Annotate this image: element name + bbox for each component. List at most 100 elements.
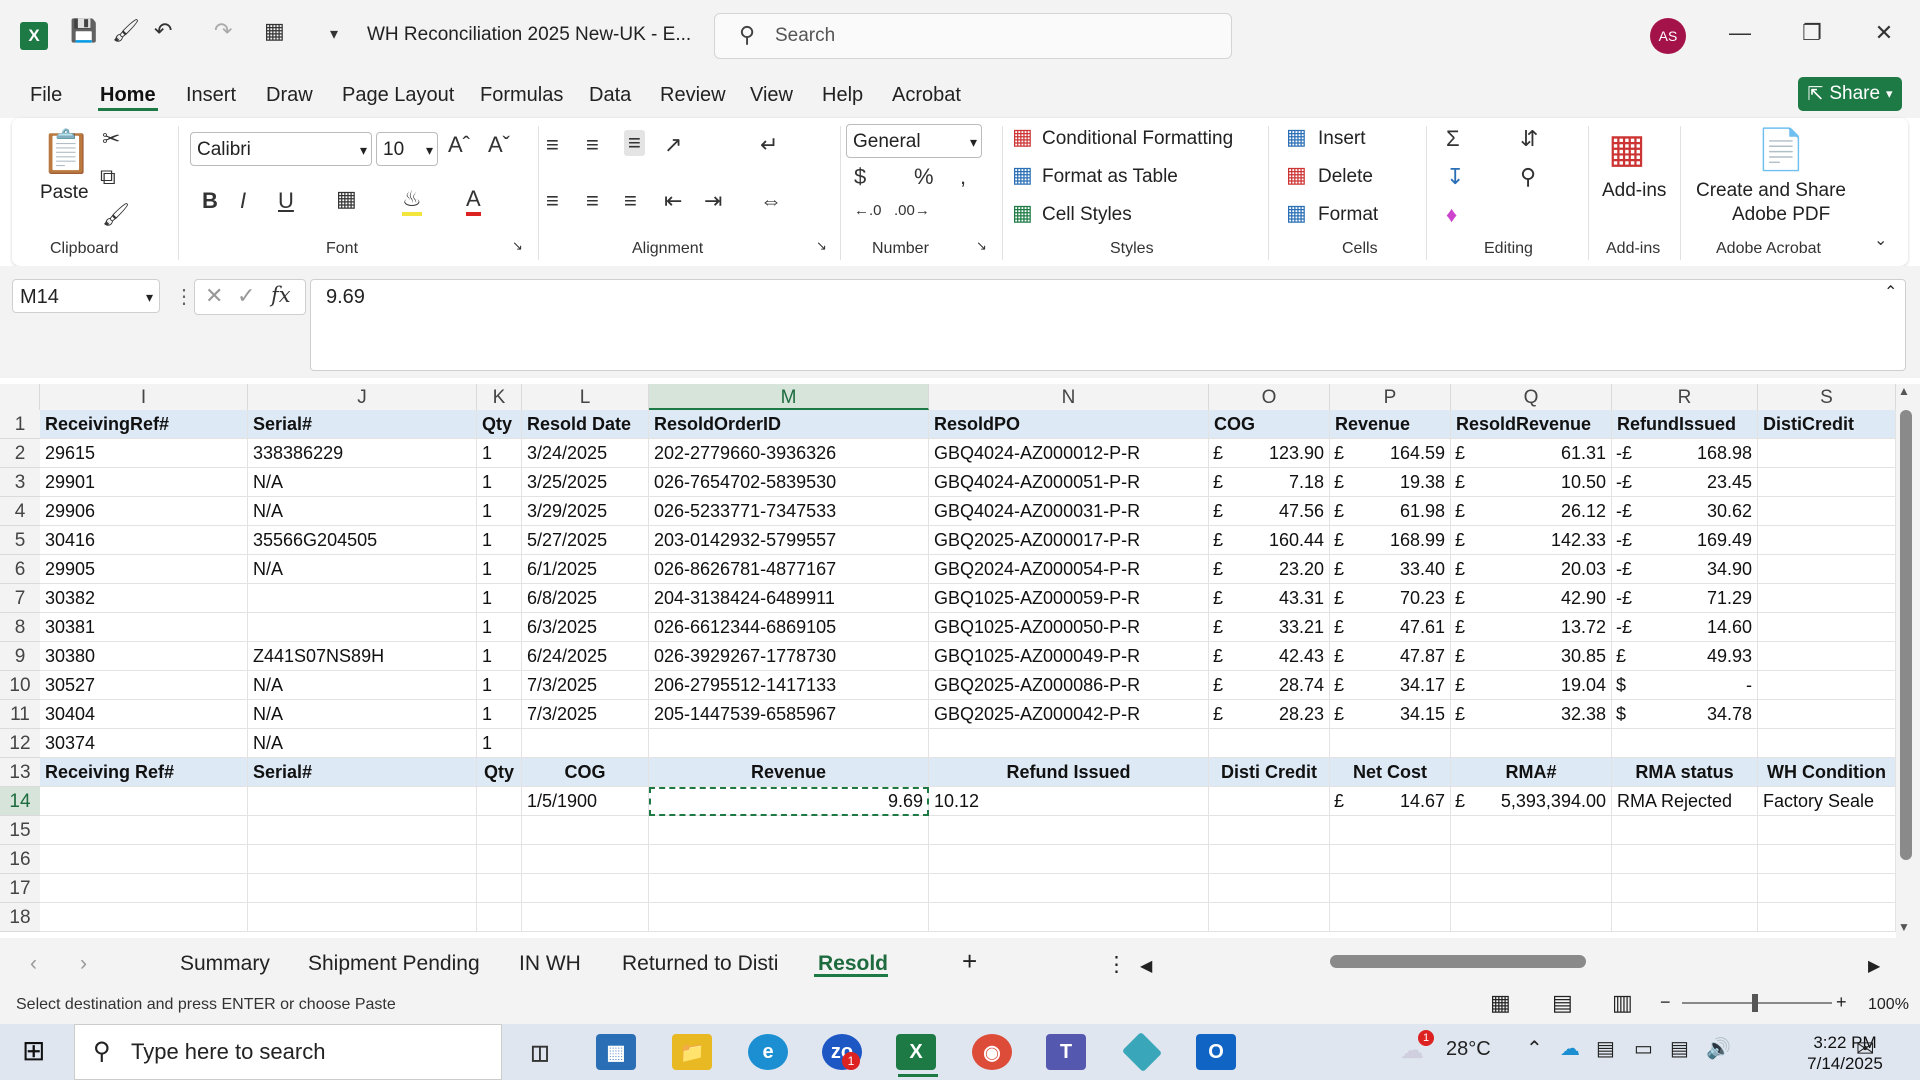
data-cell[interactable]: GBQ4024-AZ000031-P-R — [929, 497, 1209, 526]
insert-cells-button[interactable]: Insert — [1318, 128, 1366, 150]
collapse-ribbon-icon[interactable]: ⌄ — [1874, 230, 1887, 250]
empty-cell[interactable] — [40, 787, 248, 816]
empty-cell[interactable] — [1209, 903, 1330, 932]
comma-style-icon[interactable]: , — [960, 164, 966, 190]
data-cell[interactable]: 30382 — [40, 584, 248, 613]
disti-credit-cell[interactable] — [1758, 468, 1896, 497]
delete-cells-button[interactable]: Delete — [1318, 166, 1373, 188]
delete-cells-icon[interactable]: ▦ — [1286, 162, 1307, 188]
horizontal-scroll-thumb[interactable] — [1330, 955, 1586, 968]
tab-help[interactable]: Help — [822, 84, 863, 107]
empty-cell[interactable] — [477, 874, 522, 903]
row-header-7[interactable]: 7 — [0, 584, 40, 613]
disti-credit-cell[interactable] — [1758, 497, 1896, 526]
refund-cell[interactable]: -£ 169.49 — [1612, 526, 1758, 555]
resold-revenue-cell[interactable]: £61.31 — [1451, 439, 1612, 468]
conditional-formatting-button[interactable]: Conditional Formatting — [1042, 128, 1233, 150]
data-cell[interactable]: 204-3138424-6489911 — [649, 584, 929, 613]
header-cell[interactable]: RMA# — [1451, 758, 1612, 787]
header-cell[interactable]: DistiCredit — [1758, 410, 1896, 439]
revenue-cell[interactable]: £61.98 — [1330, 497, 1451, 526]
empty-cell[interactable] — [1612, 903, 1758, 932]
format-cells-button[interactable]: Format — [1318, 204, 1378, 226]
cog-cell[interactable]: £28.74 — [1209, 671, 1330, 700]
header-cell[interactable]: WH Condition — [1758, 758, 1896, 787]
empty-cell[interactable] — [40, 903, 248, 932]
data-cell[interactable]: 1 — [477, 468, 522, 497]
data-cell[interactable]: 7/3/2025 — [522, 700, 649, 729]
header-cell[interactable]: ResoldRevenue — [1451, 410, 1612, 439]
cell-n14[interactable]: 10.12 — [929, 787, 1209, 816]
data-cell[interactable]: 1 — [477, 613, 522, 642]
empty-cell[interactable] — [477, 903, 522, 932]
taskbar-search[interactable]: ⚲ Type here to search — [74, 1024, 502, 1080]
avatar[interactable]: AS — [1650, 18, 1686, 54]
sheet-tab-summary[interactable]: Summary — [180, 952, 270, 976]
empty-cell[interactable] — [1612, 845, 1758, 874]
cell-s14[interactable]: Factory Seale — [1758, 787, 1896, 816]
zoom-level[interactable]: 100% — [1868, 996, 1909, 1014]
row-header-15[interactable]: 15 — [0, 816, 40, 845]
row-header-3[interactable]: 3 — [0, 468, 40, 497]
data-cell[interactable]: 30381 — [40, 613, 248, 642]
data-cell[interactable]: GBQ1025-AZ000049-P-R — [929, 642, 1209, 671]
tab-insert[interactable]: Insert — [186, 84, 236, 107]
empty-cell[interactable] — [649, 874, 929, 903]
header-cell[interactable]: COG — [522, 758, 649, 787]
header-cell[interactable]: ResoldOrderID — [649, 410, 929, 439]
empty-cell[interactable] — [1758, 845, 1896, 874]
revenue-cell[interactable]: £168.99 — [1330, 526, 1451, 555]
zoom-in-icon[interactable]: + — [1836, 992, 1847, 1013]
disti-credit-cell[interactable] — [1758, 613, 1896, 642]
align-right-icon[interactable]: ≡ — [624, 188, 637, 214]
disti-credit-cell[interactable] — [1758, 700, 1896, 729]
cog-cell[interactable]: £123.90 — [1209, 439, 1330, 468]
decrease-decimal-icon[interactable]: .00→ — [894, 202, 930, 219]
tab-file[interactable]: File — [30, 84, 62, 107]
conditional-formatting-icon[interactable]: ▦ — [1012, 124, 1033, 150]
data-cell[interactable]: 1 — [477, 555, 522, 584]
data-cell[interactable]: GBQ2025-AZ000042-P-R — [929, 700, 1209, 729]
data-cell[interactable]: N/A — [248, 671, 477, 700]
battery-icon[interactable]: ▭ — [1634, 1036, 1653, 1061]
data-cell[interactable]: 3/24/2025 — [522, 439, 649, 468]
font-name-combo[interactable]: Calibri ▾ — [190, 132, 372, 166]
empty-cell[interactable] — [1209, 816, 1330, 845]
chrome-icon[interactable]: ◉ — [972, 1034, 1012, 1070]
empty-cell[interactable] — [1758, 729, 1896, 758]
empty-cell[interactable] — [248, 845, 477, 874]
data-cell[interactable]: 30527 — [40, 671, 248, 700]
header-cell[interactable]: Receiving Ref# — [40, 758, 248, 787]
volume-icon[interactable]: 🔊 — [1706, 1036, 1731, 1061]
column-header-p[interactable]: P — [1330, 384, 1451, 410]
column-header-i[interactable]: I — [40, 384, 248, 410]
empty-cell[interactable] — [248, 816, 477, 845]
header-cell[interactable]: Disti Credit — [1209, 758, 1330, 787]
data-cell[interactable]: 1 — [477, 700, 522, 729]
cog-cell[interactable]: £42.43 — [1209, 642, 1330, 671]
empty-cell[interactable] — [1330, 729, 1451, 758]
resold-revenue-cell[interactable]: £13.72 — [1451, 613, 1612, 642]
close-icon[interactable]: ✕ — [1864, 20, 1904, 46]
cog-cell[interactable]: £43.31 — [1209, 584, 1330, 613]
data-cell[interactable]: 30380 — [40, 642, 248, 671]
refund-cell[interactable]: -£ 23.45 — [1612, 468, 1758, 497]
format-cells-icon[interactable]: ▦ — [1286, 200, 1307, 226]
disti-credit-cell[interactable] — [1758, 526, 1896, 555]
empty-cell[interactable] — [649, 845, 929, 874]
scroll-up-icon[interactable]: ▲ — [1898, 384, 1910, 398]
data-cell[interactable]: Z441S07NS89H — [248, 642, 477, 671]
format-as-table-icon[interactable]: ▦ — [1012, 162, 1033, 188]
addins-icon[interactable]: ▦ — [1608, 126, 1646, 172]
data-cell[interactable]: 1 — [477, 584, 522, 613]
excel-taskbar-icon[interactable]: X — [896, 1034, 936, 1070]
disti-credit-cell[interactable] — [1758, 439, 1896, 468]
formula-input[interactable]: 9.69 — [310, 279, 1906, 371]
empty-cell[interactable] — [1209, 787, 1330, 816]
header-cell[interactable]: RMA status — [1612, 758, 1758, 787]
align-middle-icon[interactable]: ≡ — [586, 132, 599, 158]
data-cell[interactable]: 6/3/2025 — [522, 613, 649, 642]
row-header-12[interactable]: 12 — [0, 729, 40, 758]
cog-cell[interactable]: £33.21 — [1209, 613, 1330, 642]
data-cell[interactable]: 30404 — [40, 700, 248, 729]
